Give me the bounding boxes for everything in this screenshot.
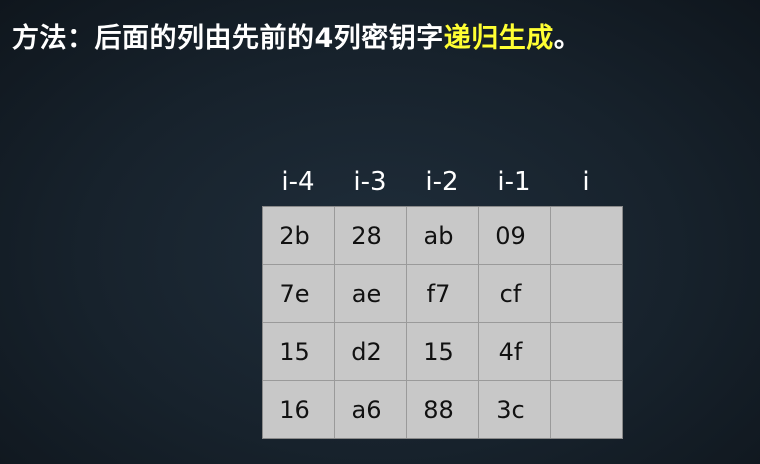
table-cell: 15 <box>263 323 334 380</box>
column-header: i-2 <box>425 167 459 197</box>
table-cell: 09 <box>479 207 550 264</box>
column-header-row: i-4 i-3 i-2 i-1 i <box>262 162 623 206</box>
table-cell: f7 <box>407 265 478 322</box>
column-header: i-3 <box>353 167 387 197</box>
title-suffix: 。 <box>553 23 582 54</box>
slide-title: 方法：后面的列由先前的4列密钥字递归生成。 <box>12 16 581 55</box>
key-grid: 2b 28 ab 09 7e ae f7 cf 15 d2 15 4f 16 a… <box>262 206 623 439</box>
table-cell: 4f <box>479 323 550 380</box>
table-cell: a6 <box>335 381 406 438</box>
table-cell <box>551 207 622 264</box>
table-cell: 16 <box>263 381 334 438</box>
table-cell: 88 <box>407 381 478 438</box>
column-header: i <box>582 167 590 197</box>
table-cell: 28 <box>335 207 406 264</box>
title-prefix: 方法：后面的列由先前的4列密钥字 <box>12 23 444 54</box>
title-highlight: 递归生成 <box>443 23 554 54</box>
column-header: i-4 <box>281 167 315 197</box>
column-header: i-1 <box>497 167 531 197</box>
table-cell: ab <box>407 207 478 264</box>
table-cell: d2 <box>335 323 406 380</box>
table-cell: cf <box>479 265 550 322</box>
table-cell: 3c <box>479 381 550 438</box>
table-cell: 7e <box>263 265 334 322</box>
table-cell: 15 <box>407 323 478 380</box>
table-cell: ae <box>335 265 406 322</box>
table-cell <box>551 381 622 438</box>
table-cell <box>551 265 622 322</box>
table-cell: 2b <box>263 207 334 264</box>
key-schedule-table: i-4 i-3 i-2 i-1 i 2b 28 ab 09 7e ae f7 c… <box>262 162 623 439</box>
table-cell <box>551 323 622 380</box>
